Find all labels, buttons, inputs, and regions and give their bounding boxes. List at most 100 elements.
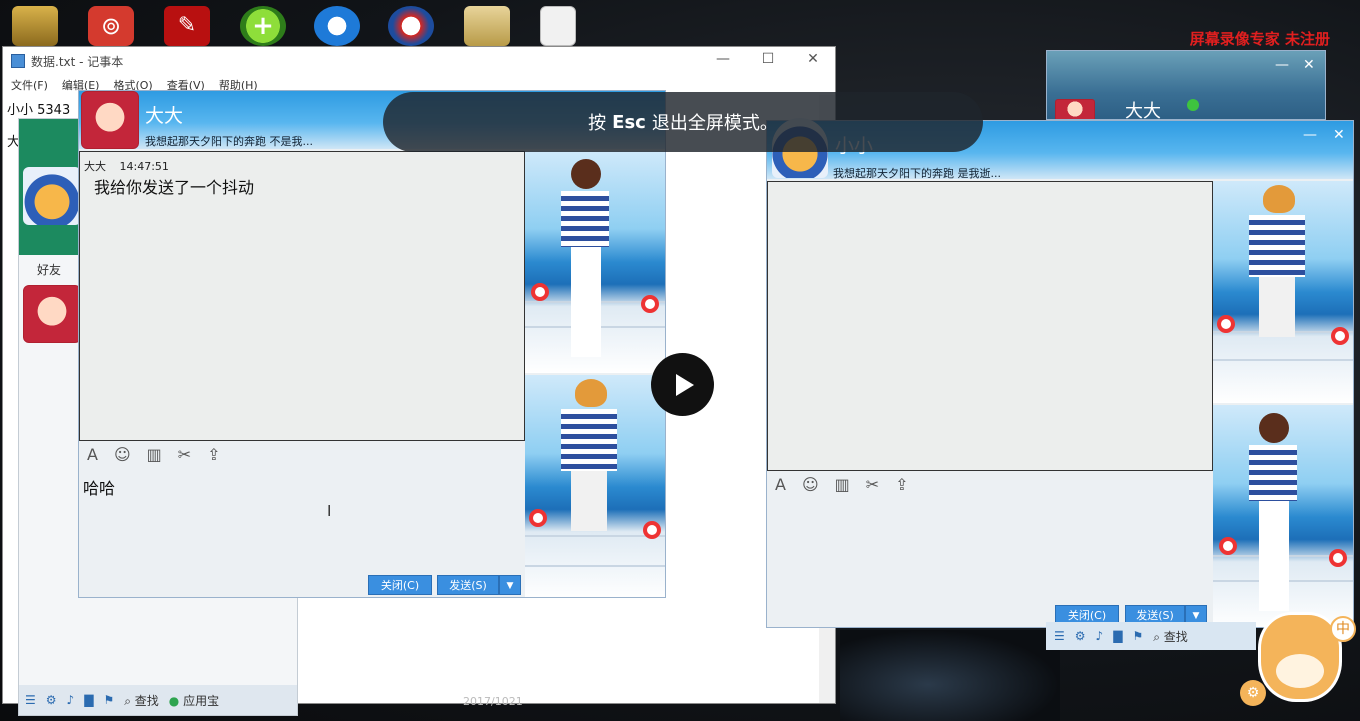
media-player-icon[interactable] — [314, 6, 360, 46]
avatar[interactable] — [81, 91, 139, 149]
chat-contact-name: 大大 — [145, 105, 184, 127]
chat-toolbar: A ☺ ▥ ✂ ⇪ — [79, 441, 525, 467]
font-icon[interactable]: A — [87, 445, 98, 464]
folder-icon[interactable]: ▇ — [84, 693, 93, 707]
person-hair — [571, 159, 601, 189]
menu-file[interactable]: 文件(F) — [11, 77, 48, 93]
notepad-title: 数据.txt - 记事本 — [31, 54, 124, 69]
message-text: 我给你发送了一个抖动 — [94, 178, 255, 197]
lifebuoy-icon — [1219, 537, 1237, 555]
person-pants — [1259, 501, 1289, 611]
app-store-button[interactable]: ● 应用宝 — [169, 692, 219, 709]
bookmark-icon[interactable]: ⚑ — [1132, 629, 1143, 643]
lifebuoy-icon — [1329, 549, 1347, 567]
pdf-reader-icon[interactable]: ✎ — [164, 6, 210, 46]
ship-rail — [525, 565, 665, 567]
close-chat-button[interactable]: 关闭(C) — [368, 575, 432, 595]
chat-signature: 我想起那天夕阳下的奔跑 不是我... — [145, 135, 313, 148]
message-history[interactable] — [767, 181, 1213, 471]
shake-icon[interactable]: ▥ — [835, 475, 850, 494]
netease-music-icon[interactable]: ⊚ — [88, 6, 134, 46]
qq-chat-window-xiaoxiao: 小小 我想起那天夕阳下的奔跑 是我逝... — ✕ A ☺ ▥ ✂ ⇪ 关闭(C… — [766, 120, 1354, 628]
lifebuoy-icon — [531, 283, 549, 301]
menu-icon[interactable]: ☰ — [1054, 629, 1065, 643]
friend-avatar[interactable] — [23, 285, 81, 343]
close-button[interactable]: ✕ — [793, 51, 833, 71]
search-icon: ⌕ — [124, 693, 131, 708]
bookmark-icon[interactable]: ⚑ — [103, 693, 114, 707]
side-picture-girl — [1213, 405, 1353, 627]
upload-icon[interactable]: ⇪ — [895, 475, 908, 494]
video-player-icon[interactable] — [388, 6, 434, 46]
scissors-icon[interactable]: ✂ — [178, 445, 191, 464]
person-hair — [575, 379, 607, 407]
close-button[interactable]: ✕ — [1303, 57, 1315, 73]
minimize-button[interactable]: — — [703, 51, 743, 71]
text-file-icon[interactable] — [540, 6, 576, 46]
side-picture-boy — [1213, 181, 1353, 403]
minimize-button[interactable]: — — [1303, 127, 1317, 143]
app-store-label: 应用宝 — [183, 693, 220, 708]
person-shirt — [1249, 215, 1305, 277]
side-picture-boy — [525, 375, 665, 597]
person-shirt — [1249, 445, 1297, 501]
search-button[interactable]: ⌕ 查找 — [1153, 628, 1188, 645]
ime-mascot-widget[interactable]: 中 ⚙ — [1240, 602, 1360, 721]
qq-chat-window-dada: 大大 我想起那天夕阳下的奔跑 不是我... 大大 14:47:51 我给你发送了… — [78, 90, 666, 598]
folder-icon[interactable] — [464, 6, 510, 46]
shake-icon[interactable]: ▥ — [147, 445, 162, 464]
maximize-button[interactable]: ☐ — [748, 51, 788, 71]
person-hair — [1259, 413, 1289, 443]
avatar — [1055, 99, 1095, 119]
gear-icon[interactable]: ⚙ — [46, 693, 57, 707]
notepad-app-icon — [11, 54, 25, 68]
gear-icon[interactable]: ⚙ — [1075, 629, 1086, 643]
taskbar-clock-text: 2017/1021 — [463, 695, 523, 708]
send-options-dropdown[interactable]: ▼ — [499, 575, 521, 595]
font-icon[interactable]: A — [775, 475, 786, 494]
person-shirt — [561, 191, 609, 247]
side-picture-girl — [525, 151, 665, 373]
avatar[interactable] — [23, 167, 81, 225]
folder-icon[interactable]: ▇ — [1113, 629, 1122, 643]
search-icon: ⌕ — [1153, 629, 1160, 644]
text-cursor-icon: I — [327, 502, 332, 520]
video-play-button[interactable] — [651, 353, 714, 416]
qq-main-bottom-bar: ☰ ⚙ ♪ ▇ ⚑ ⌕ 查找 — [1046, 622, 1256, 650]
search-label: 查找 — [1163, 629, 1188, 644]
notepad-line-1: 小小 5343 — [7, 103, 71, 118]
toast-key: Esc — [612, 111, 646, 133]
online-status-icon — [1187, 99, 1199, 111]
chat-signature: 我想起那天夕阳下的奔跑 是我逝... — [833, 167, 1001, 180]
speaker-icon[interactable]: ♪ — [1096, 629, 1104, 643]
search-button[interactable]: ⌕ 查找 — [124, 692, 159, 709]
emoji-icon[interactable]: ☺ — [802, 475, 819, 494]
message-history[interactable]: 大大 14:47:51 我给你发送了一个抖动 — [79, 151, 525, 441]
send-button[interactable]: 发送(S) — [437, 575, 499, 595]
lifebuoy-icon — [1331, 327, 1349, 345]
qq-list-bottom-bar: ☰ ⚙ ♪ ▇ ⚑ ⌕ 查找 ● 应用宝 — [19, 685, 297, 715]
close-button[interactable]: ✕ — [1333, 127, 1345, 143]
lifebuoy-icon — [643, 521, 661, 539]
user-folder-icon[interactable] — [12, 6, 58, 46]
person-shorts — [1259, 277, 1295, 337]
upload-icon[interactable]: ⇪ — [207, 445, 220, 464]
toast-prefix: 按 — [588, 113, 607, 134]
lifebuoy-icon — [1217, 315, 1235, 333]
emoji-icon[interactable]: ☺ — [114, 445, 131, 464]
person-shorts — [571, 471, 607, 531]
friend-group-label[interactable]: 好友 — [37, 261, 61, 278]
chat-back-name: 大大 — [1125, 101, 1161, 120]
ime-language-toggle[interactable]: 中 — [1330, 616, 1356, 642]
person-pants — [571, 247, 601, 357]
person-hair — [1263, 185, 1295, 213]
speaker-icon[interactable]: ♪ — [67, 693, 75, 707]
ime-settings-icon[interactable]: ⚙ — [1240, 680, 1266, 706]
fullscreen-exit-toast: 按 Esc 退出全屏模式。 — [383, 92, 983, 152]
play-icon — [676, 373, 694, 396]
plus-app-icon[interactable]: + — [240, 6, 286, 46]
minimize-button[interactable]: — — [1275, 57, 1289, 73]
scissors-icon[interactable]: ✂ — [866, 475, 879, 494]
search-label: 查找 — [134, 693, 159, 708]
menu-icon[interactable]: ☰ — [25, 693, 36, 707]
